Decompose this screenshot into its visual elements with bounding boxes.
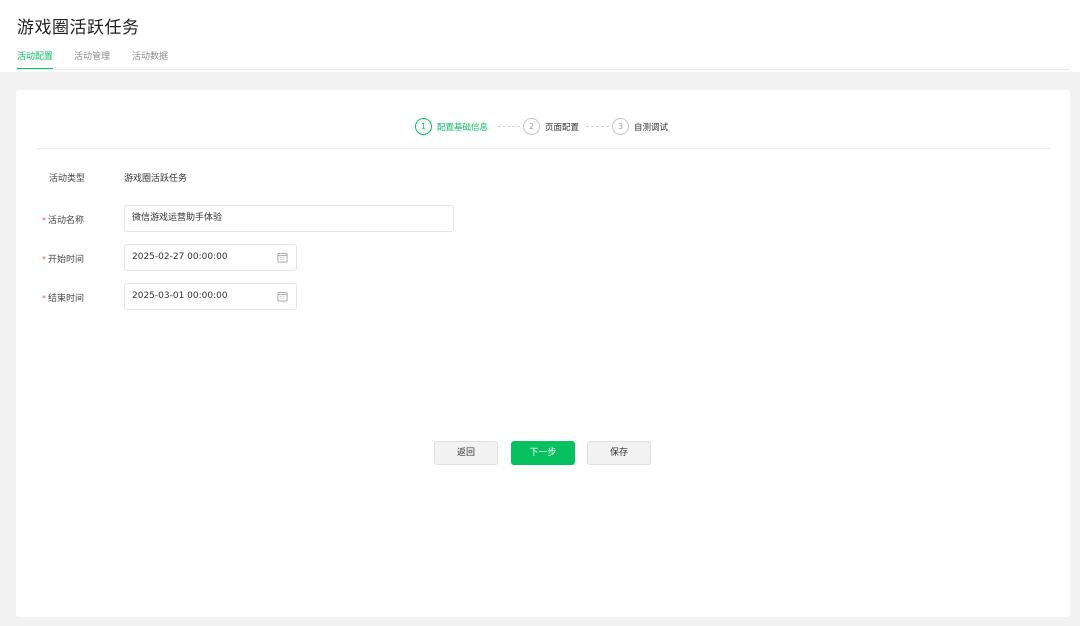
step-label-1: 配置基础信息 [437,123,489,133]
page-title: 游戏圈活跃任务 [17,18,140,38]
activity-name-input[interactable]: 微信游戏运营助手体验 [124,205,454,232]
step-connector [498,126,520,127]
tab-activity-config[interactable]: 活动配置 [17,49,54,71]
end-time-label: * 结束时间 [42,291,112,304]
step-connector [586,126,609,127]
activity-type-label-text: 活动类型 [49,174,86,184]
back-button[interactable]: 返回 [434,441,498,465]
next-step-button[interactable]: 下一步 [511,441,575,465]
start-time-label-text: 开始时间 [48,255,85,265]
activity-name-value: 微信游戏运营助手体验 [132,213,223,223]
step-number-3: 3 [612,118,629,135]
calendar-icon[interactable] [277,252,288,263]
required-mark: * [42,255,46,264]
end-time-value: 2025-03-01 00:00:00 [132,291,228,301]
step-label-3: 自测调试 [634,123,669,133]
header: 游戏圈活跃任务 活动配置 活动管理 活动数据 [0,0,1080,72]
header-divider [17,69,1070,70]
step-indicator: 1 配置基础信息 2 页面配置 3 自测调试 [16,118,1070,136]
start-time-picker[interactable]: 2025-02-27 00:00:00 [124,244,297,271]
required-mark: * [42,294,46,303]
step-label-2: 页面配置 [545,123,580,133]
activity-name-label: * 活动名称 [42,213,112,226]
start-time-label: * 开始时间 [42,252,112,265]
tab-activity-management[interactable]: 活动管理 [74,49,110,71]
step-divider [36,148,1050,149]
tab-activity-data[interactable]: 活动数据 [132,49,168,71]
step-number-2: 2 [523,118,540,135]
required-mark: * [42,216,46,225]
step-number-1: 1 [415,118,432,135]
form-card: 1 配置基础信息 2 页面配置 3 自测调试 活动类型 游戏圈活跃任务 * 活动名… [16,90,1070,617]
end-time-picker[interactable]: 2025-03-01 00:00:00 [124,283,297,310]
start-time-value: 2025-02-27 00:00:00 [132,252,228,262]
calendar-icon[interactable] [277,291,288,302]
activity-type-value: 游戏圈活跃任务 [124,174,188,184]
activity-type-label: 活动类型 [49,171,119,184]
end-time-label-text: 结束时间 [48,294,85,304]
activity-name-label-text: 活动名称 [48,216,85,226]
save-button[interactable]: 保存 [587,441,651,465]
